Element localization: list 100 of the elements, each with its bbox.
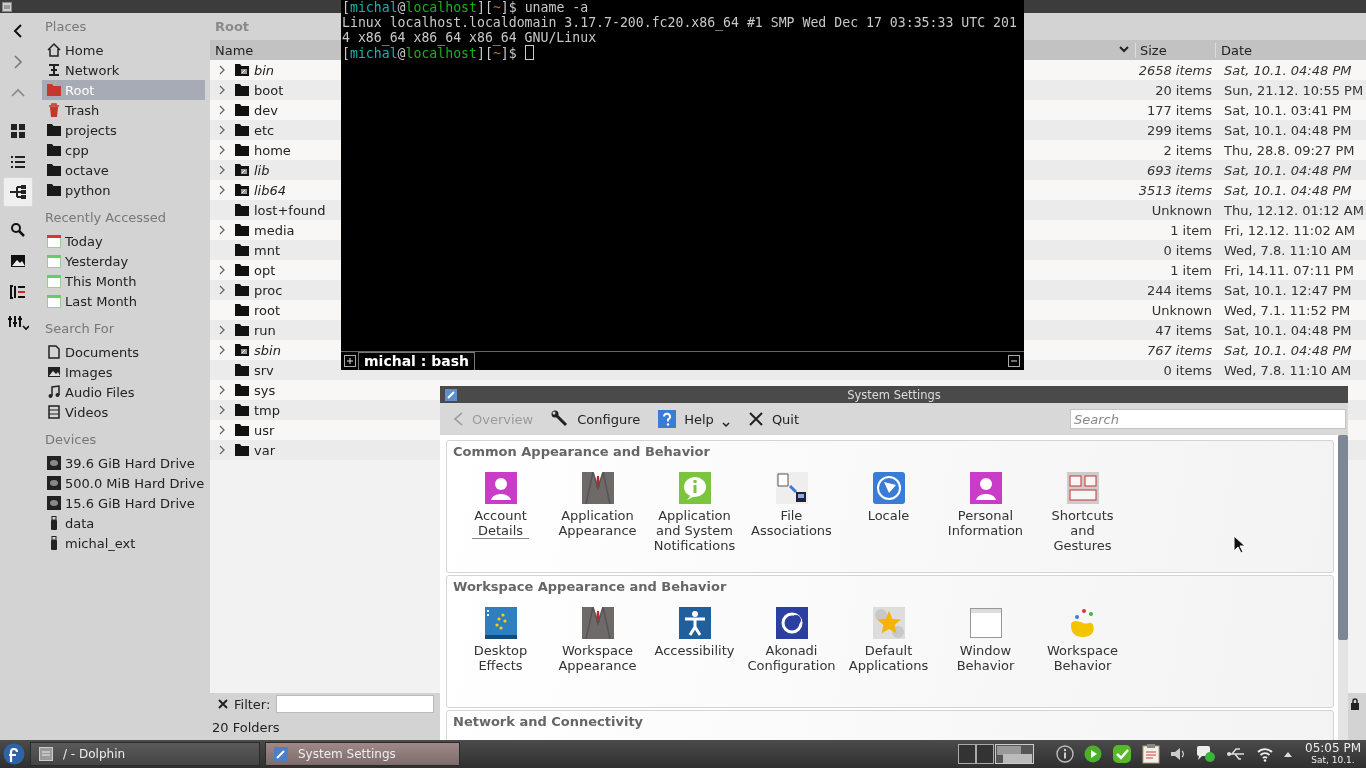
file-name[interactable]: var (254, 442, 275, 458)
toolbar-button[interactable]: Help (658, 410, 730, 428)
play-icon[interactable] (1084, 745, 1102, 763)
place-item[interactable]: octave (42, 160, 205, 180)
file-name[interactable]: lost+found (254, 202, 326, 218)
settings-module[interactable]: Default Applications (848, 643, 929, 673)
terminal-tab[interactable]: michal : bash (358, 352, 475, 370)
group-title: Workspace Appearance and Behavior (452, 578, 728, 596)
file-name[interactable]: proc (254, 282, 283, 298)
settings-module[interactable]: Application and System Notifications (653, 508, 736, 553)
scrollbar[interactable] (1338, 435, 1348, 740)
filter-field[interactable] (276, 695, 435, 713)
place-item[interactable]: Today (42, 231, 205, 251)
file-name[interactable]: etc (254, 122, 275, 138)
settings-module[interactable]: Locale (867, 508, 910, 523)
settings-module[interactable]: Account Details (472, 508, 529, 539)
settings-module[interactable]: File Associations (751, 508, 832, 538)
sort-caret-icon[interactable] (1119, 46, 1129, 54)
file-name[interactable]: lib (254, 162, 270, 178)
section-heading: Devices (44, 431, 98, 449)
file-name[interactable]: lib64 (254, 182, 287, 198)
place-item[interactable]: Images (42, 362, 205, 382)
place-item[interactable]: projects (42, 120, 205, 140)
new-tab-icon[interactable] (344, 355, 356, 367)
place-item[interactable]: Yesterday (42, 251, 205, 271)
file-name[interactable]: boot (254, 82, 284, 98)
usb-icon[interactable] (1226, 746, 1246, 762)
file-name[interactable]: media (254, 222, 295, 238)
check-icon[interactable] (1112, 744, 1132, 764)
settings-module[interactable]: Workspace Behavior (1046, 643, 1119, 673)
speaker-icon[interactable] (1170, 746, 1186, 762)
size-cell-text: 177 items (1145, 102, 1213, 118)
settings-module[interactable]: Application Appearance (558, 508, 637, 538)
file-name[interactable]: dev (254, 102, 278, 118)
place-item[interactable]: Last Month (42, 291, 205, 311)
place-item[interactable]: This Month (42, 271, 205, 291)
settings-module[interactable]: Akonadi Configuration (747, 643, 836, 673)
clipboard-icon[interactable] (1142, 744, 1160, 764)
search-icon[interactable] (9, 221, 26, 238)
place-item[interactable]: data (42, 513, 205, 533)
minimize-icon[interactable] (1008, 355, 1020, 367)
back-icon (452, 411, 464, 427)
task-button[interactable]: System Settings (265, 742, 460, 766)
settings-module[interactable]: Window Behavior (956, 643, 1015, 673)
folder-icon (46, 122, 62, 138)
sliders-icon[interactable] (6, 313, 29, 332)
file-name[interactable]: tmp (254, 402, 280, 418)
place-item[interactable]: python (42, 180, 205, 200)
file-name[interactable]: srv (254, 362, 274, 378)
expand-tray-icon[interactable] (1284, 751, 1292, 757)
search-field[interactable]: Search (1070, 409, 1346, 429)
size-cell-text: 299 items (1145, 122, 1213, 138)
date-cell-text: Sat, 10.1. 04:48 PM (1223, 62, 1353, 78)
calendar-icon (46, 253, 62, 269)
place-item[interactable]: Audio Files (42, 382, 205, 402)
place-item[interactable]: Trash (42, 100, 205, 120)
wifi-icon[interactable] (1256, 746, 1274, 762)
toolbar-button[interactable]: Quit (747, 411, 800, 427)
settings-module[interactable]: Workspace Appearance (558, 643, 637, 673)
column-header[interactable]: Date (1221, 42, 1253, 58)
info-icon[interactable] (1056, 745, 1074, 763)
file-name[interactable]: usr (254, 422, 275, 438)
close-icon[interactable] (218, 699, 228, 709)
size-cell-text: 2 items (1162, 142, 1213, 158)
toolbar-button[interactable]: Configure (551, 410, 641, 428)
folder-icon (234, 262, 250, 278)
place-item[interactable]: 500.0 MiB Hard Drive (42, 473, 205, 493)
size-cell-text: 20 items (1154, 82, 1213, 98)
settings-module[interactable]: Accessibility (654, 643, 735, 658)
file-name[interactable]: sbin (254, 342, 281, 358)
file-name[interactable]: home (254, 142, 291, 158)
file-name[interactable]: root (254, 302, 281, 318)
task-button[interactable]: / - Dolphin (30, 742, 260, 766)
panel-icon[interactable] (9, 283, 26, 300)
place-item[interactable]: Documents (42, 342, 205, 362)
clock[interactable]: 05:05 PM Sat, 10.1. (1300, 742, 1366, 766)
place-item[interactable]: Home (42, 40, 205, 60)
terminal-line: [michal@localhost][~]$ uname -a (342, 0, 590, 15)
folder-icon (234, 222, 250, 238)
file-name[interactable]: sys (254, 382, 276, 398)
fedora-logo[interactable] (3, 743, 25, 765)
place-item[interactable]: cpp (42, 140, 205, 160)
file-name[interactable]: mnt (254, 242, 280, 258)
place-item[interactable]: 39.6 GiB Hard Drive (42, 453, 205, 473)
file-name[interactable]: opt (254, 262, 276, 278)
pager-icon[interactable] (958, 744, 1034, 764)
place-item[interactable]: 15.6 GiB Hard Drive (42, 493, 205, 513)
file-name[interactable]: run (254, 322, 276, 338)
image-icon[interactable] (9, 252, 26, 269)
file-name[interactable]: bin (254, 62, 275, 78)
place-item[interactable]: Videos (42, 402, 205, 422)
place-item[interactable]: michal_ext (42, 533, 205, 553)
settings-module[interactable]: Shortcuts and Gestures (1051, 508, 1114, 553)
column-header[interactable]: Size (1140, 42, 1167, 58)
view-mode-button[interactable] (2, 177, 33, 207)
settings-module[interactable]: Personal Information (947, 508, 1024, 538)
settings-module[interactable]: Desktop Effects (473, 643, 528, 673)
column-header[interactable]: Name (215, 42, 254, 58)
place-item[interactable]: Network (42, 60, 205, 80)
chat-icon[interactable] (1196, 745, 1216, 763)
